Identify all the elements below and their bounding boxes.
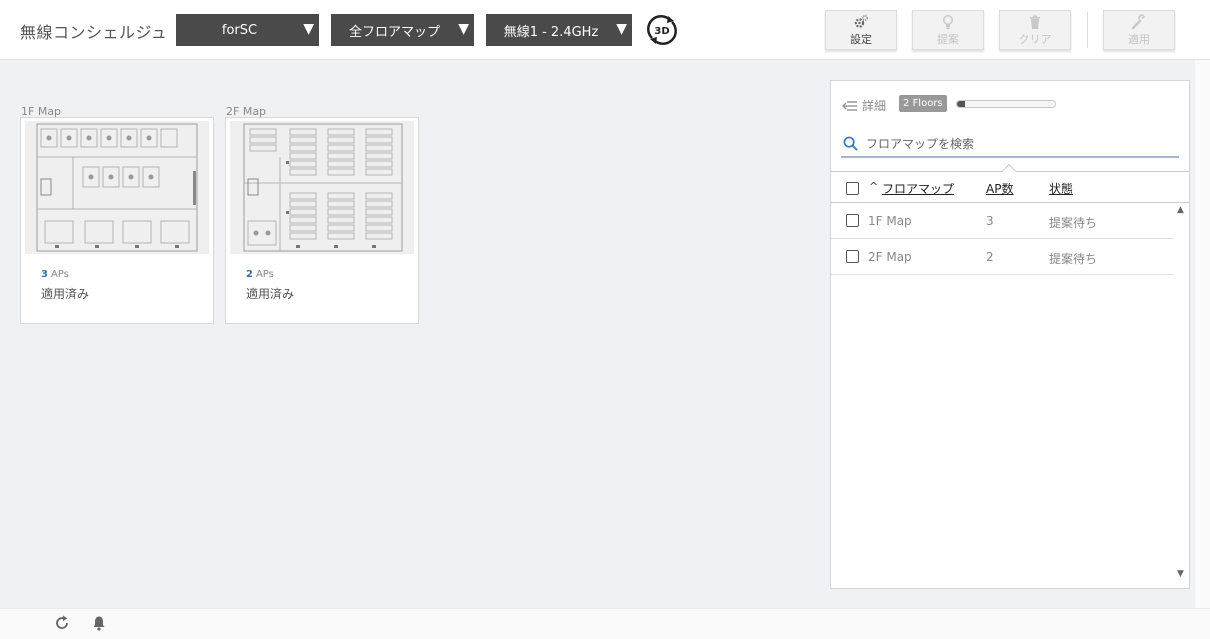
toolbar-divider <box>1087 12 1088 48</box>
map-card-2f[interactable]: 2 APs 適用済み <box>225 117 419 324</box>
select-all-checkbox[interactable] <box>846 182 859 195</box>
column-status[interactable]: 状態 <box>1049 180 1073 197</box>
row-floor-name: 1F Map <box>868 214 912 228</box>
row-checkbox[interactable] <box>846 250 859 263</box>
suggest-button-label: 提案 <box>937 32 959 46</box>
top-bar: 無線コンシェルジュ forSC ▼ 全フロアマップ ▼ 無線1 - 2.4GHz… <box>0 0 1210 60</box>
floors-count-badge: 2 Floors <box>899 95 947 112</box>
map-status: 適用済み <box>246 287 295 301</box>
floor-search-input[interactable] <box>866 136 1166 151</box>
apply-button[interactable]: 適用 <box>1103 10 1175 50</box>
clear-button[interactable]: クリア <box>999 10 1071 50</box>
dropdown-arrow-icon: ▼ <box>458 21 469 37</box>
column-ap-count[interactable]: AP数 <box>986 180 1013 197</box>
clear-button-label: クリア <box>1018 32 1052 46</box>
group-select-dropdown[interactable]: forSC ▼ <box>176 14 319 46</box>
scroll-down-arrow-icon[interactable]: ▼ <box>1177 569 1184 579</box>
settings-button-label: 設定 <box>850 32 872 46</box>
ap-count-value: 3 <box>41 269 48 280</box>
radio-band-select-value: 無線1 - 2.4GHz <box>503 24 599 40</box>
dropdown-arrow-icon: ▼ <box>303 21 314 37</box>
table-row[interactable]: 1F Map 3 提案待ち <box>831 203 1174 239</box>
table-row[interactable]: 2F Map 2 提案待ち <box>831 239 1174 275</box>
progress-bar <box>956 100 1056 108</box>
suggest-button[interactable]: 提案 <box>912 10 984 50</box>
wrench-icon <box>1131 13 1145 29</box>
lightbulb-icon <box>943 14 953 29</box>
sort-ascending-icon[interactable]: ^ <box>869 180 878 193</box>
map-card-1f[interactable]: 3 APs 適用済み <box>20 117 214 324</box>
floor-map-select-value: 全フロアマップ <box>348 24 440 40</box>
settings-button[interactable]: 設定 <box>825 10 897 50</box>
floor-map-thumbnail <box>230 121 414 254</box>
group-select-value: forSC <box>221 22 258 38</box>
scroll-up-arrow-icon[interactable]: ▲ <box>1177 205 1184 215</box>
map-status: 適用済み <box>41 287 90 301</box>
floor-search <box>841 131 1179 158</box>
gear-icon <box>854 14 868 28</box>
ap-count-unit: APs <box>50 269 69 280</box>
row-status: 提案待ち <box>1049 216 1098 230</box>
detail-label: 詳細 <box>862 99 887 113</box>
ap-count-unit: APs <box>255 269 274 280</box>
row-ap-count: 3 <box>986 214 994 228</box>
floor-map-select-dropdown[interactable]: 全フロアマップ ▼ <box>331 14 474 46</box>
bell-icon[interactable] <box>91 615 107 631</box>
floor-map-thumbnail <box>25 121 209 254</box>
ap-count-value: 2 <box>246 269 253 280</box>
detail-toggle[interactable]: 詳細 <box>841 97 886 114</box>
collapse-list-icon <box>841 100 857 111</box>
floor-list-panel: 詳細 2 Floors ^ フロアマップ AP数 状態 1F Map 3 提案待… <box>830 80 1190 589</box>
row-checkbox[interactable] <box>846 214 859 227</box>
row-floor-name: 2F Map <box>868 250 912 264</box>
apply-button-label: 適用 <box>1128 32 1150 46</box>
search-icon <box>843 136 858 151</box>
ap-count: 2 APs <box>246 269 274 280</box>
3d-rotate-icon[interactable]: 3D <box>644 12 680 48</box>
dropdown-arrow-icon: ▼ <box>616 21 627 37</box>
trash-icon <box>1030 15 1040 29</box>
app-title: 無線コンシェルジュ <box>20 23 168 42</box>
row-status: 提案待ち <box>1049 252 1098 266</box>
progress-fill <box>957 101 965 107</box>
refresh-icon[interactable] <box>54 615 70 631</box>
footer-bar <box>0 608 1210 639</box>
page-scrollbar[interactable] <box>1195 60 1210 608</box>
column-floor-map[interactable]: フロアマップ <box>882 180 954 197</box>
ap-count: 3 APs <box>41 269 69 280</box>
radio-band-select-dropdown[interactable]: 無線1 - 2.4GHz ▼ <box>486 14 632 46</box>
row-ap-count: 2 <box>986 250 994 264</box>
svg-text:3D: 3D <box>654 26 669 37</box>
